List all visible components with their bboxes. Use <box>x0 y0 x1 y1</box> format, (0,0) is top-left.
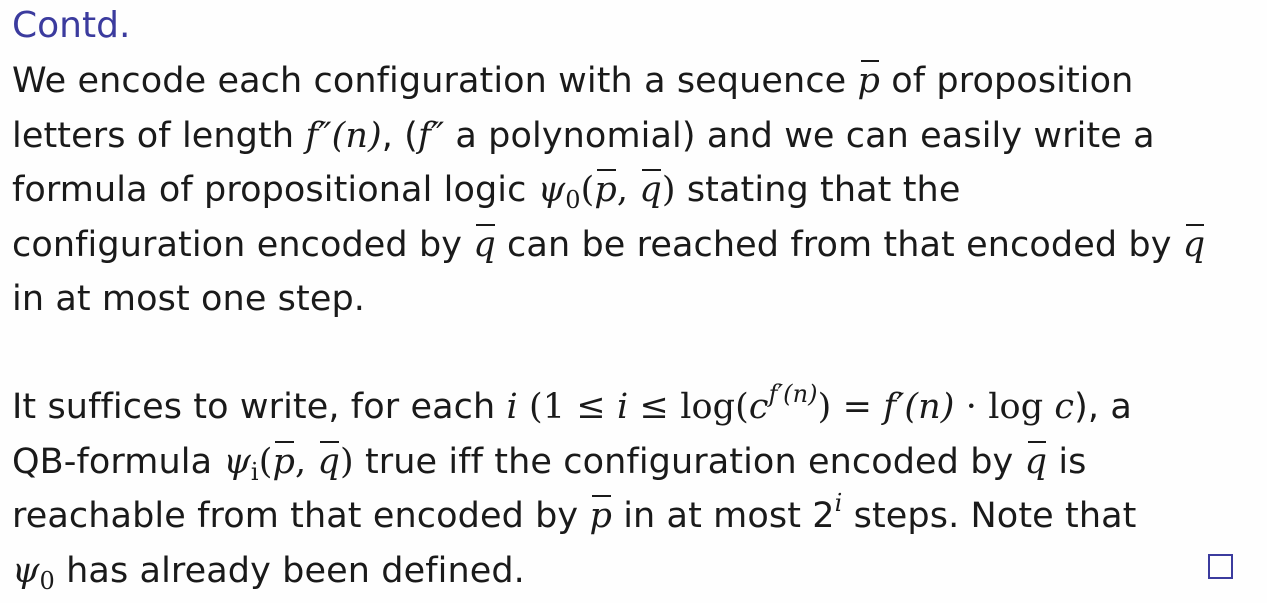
math-i: i <box>506 387 518 427</box>
paragraph-1-line-4: configuration encoded by q can be reache… <box>12 218 1205 273</box>
math-psi: ψ <box>12 550 40 591</box>
paragraph-1-line-2: letters of length f″(n), (f″ a polynomia… <box>12 115 1155 156</box>
math-f-double-prime: f″ <box>417 115 445 156</box>
math-subscript-0: 0 <box>39 566 55 595</box>
math-c: c <box>748 387 769 427</box>
math-subscript-i: i <box>250 457 259 486</box>
paragraph-2: It suffices to write, for each i (1 ≤ i … <box>12 380 1136 598</box>
paragraph-2-line-4: ψ0 has already been defined. <box>12 550 525 595</box>
qed-square-icon <box>1208 554 1233 579</box>
math-p-bar: p <box>589 489 612 544</box>
math-psi: ψ <box>537 170 566 210</box>
math-q-bar: q <box>639 163 662 218</box>
math-p-bar: p <box>594 163 617 218</box>
math-exponent: f′(n) <box>768 380 818 408</box>
slide: Contd. We encode each configuration with… <box>0 0 1267 603</box>
math-q-bar: q <box>317 435 340 490</box>
slide-title: Contd. <box>12 5 131 46</box>
paragraph-1: We encode each configuration with a sequ… <box>12 54 1205 327</box>
paragraph-2-line-2: QB-formula ψi(p, q) true iff the configu… <box>12 435 1136 490</box>
math-psi: ψ <box>223 441 251 482</box>
paragraph-1-line-1: We encode each configuration with a sequ… <box>12 54 1205 109</box>
math-subscript-0: 0 <box>565 186 581 214</box>
paragraph-1-line-5: in at most one step. <box>12 279 366 319</box>
math-q-bar: q <box>1183 218 1206 273</box>
paragraph-1-line-3: formula of propositional logic ψ0(p, q) … <box>12 163 1205 218</box>
math-f-double-prime-n: f″(n) <box>305 115 382 156</box>
math-p-bar: p <box>858 54 881 109</box>
math-f-prime-n: f′(n) <box>883 387 955 427</box>
math-p-bar: p <box>272 435 295 490</box>
paragraph-2-line-1: It suffices to write, for each i (1 ≤ i … <box>12 380 1132 427</box>
math-q-bar: q <box>1025 435 1048 490</box>
math-q-bar: q <box>473 218 496 273</box>
paragraph-2-line-3: reachable from that encoded by p in at m… <box>12 489 1136 544</box>
